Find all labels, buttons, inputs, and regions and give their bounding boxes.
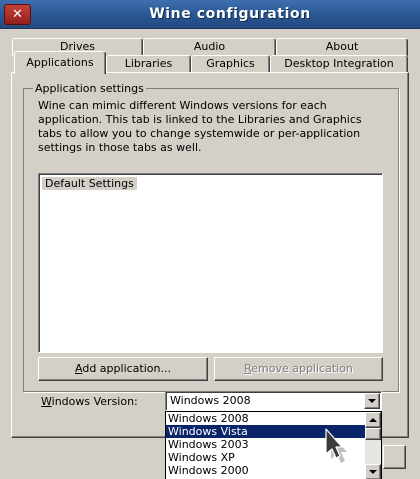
add-application-button[interactable]: Add application... (38, 357, 208, 381)
chevron-down-icon (369, 469, 377, 474)
applications-list[interactable]: Default Settings (38, 173, 383, 353)
dropdown-scrollbar[interactable] (365, 412, 381, 479)
group-title: Application settings (33, 82, 146, 95)
tab-libraries[interactable]: Libraries (106, 55, 191, 73)
tab-graphics[interactable]: Graphics (191, 55, 270, 73)
windows-version-select[interactable]: Windows 2008 (165, 391, 382, 411)
dialog-button-hidden[interactable] (383, 445, 406, 469)
description-text: Wine can mimic different Windows version… (38, 99, 362, 154)
tab-about[interactable]: About (276, 38, 408, 56)
tab-audio-label: Audio (193, 40, 226, 53)
tab-audio[interactable]: Audio (143, 38, 276, 56)
dropdown-option[interactable]: Windows 2000 (166, 464, 365, 477)
tab-graphics-label: Graphics (206, 57, 255, 70)
tab-applications-label: Applications (26, 56, 94, 69)
tab-libraries-label: Libraries (124, 57, 173, 70)
window-title: Wine configuration (149, 6, 311, 22)
list-item[interactable]: Default Settings (42, 177, 137, 190)
chevron-up-icon (369, 417, 377, 422)
remove-application-button[interactable]: Remove application (214, 357, 383, 381)
dropdown-option[interactable]: Windows 2008 (166, 412, 365, 425)
close-button[interactable]: ✕ (4, 4, 31, 25)
tab-desktop-integration-label: Desktop Integration (284, 57, 394, 70)
tab-applications[interactable]: Applications (14, 51, 106, 74)
scroll-down-button[interactable] (365, 464, 381, 479)
windows-version-value: Windows 2008 (170, 394, 251, 407)
windows-version-label: Windows Version: (41, 395, 138, 408)
title-bar: ✕ Wine configuration (0, 0, 420, 29)
scroll-up-button[interactable] (365, 412, 381, 428)
remove-application-label: Remove application (244, 362, 353, 375)
scroll-thumb[interactable] (365, 428, 381, 440)
close-icon: ✕ (12, 7, 23, 22)
combo-dropdown-button[interactable] (364, 393, 380, 409)
tab-desktop-integration[interactable]: Desktop Integration (270, 55, 408, 73)
mouse-pointer-icon (325, 428, 347, 463)
add-application-label: Add application... (75, 362, 171, 375)
tab-about-label: About (325, 40, 359, 53)
chevron-down-icon (368, 398, 376, 403)
